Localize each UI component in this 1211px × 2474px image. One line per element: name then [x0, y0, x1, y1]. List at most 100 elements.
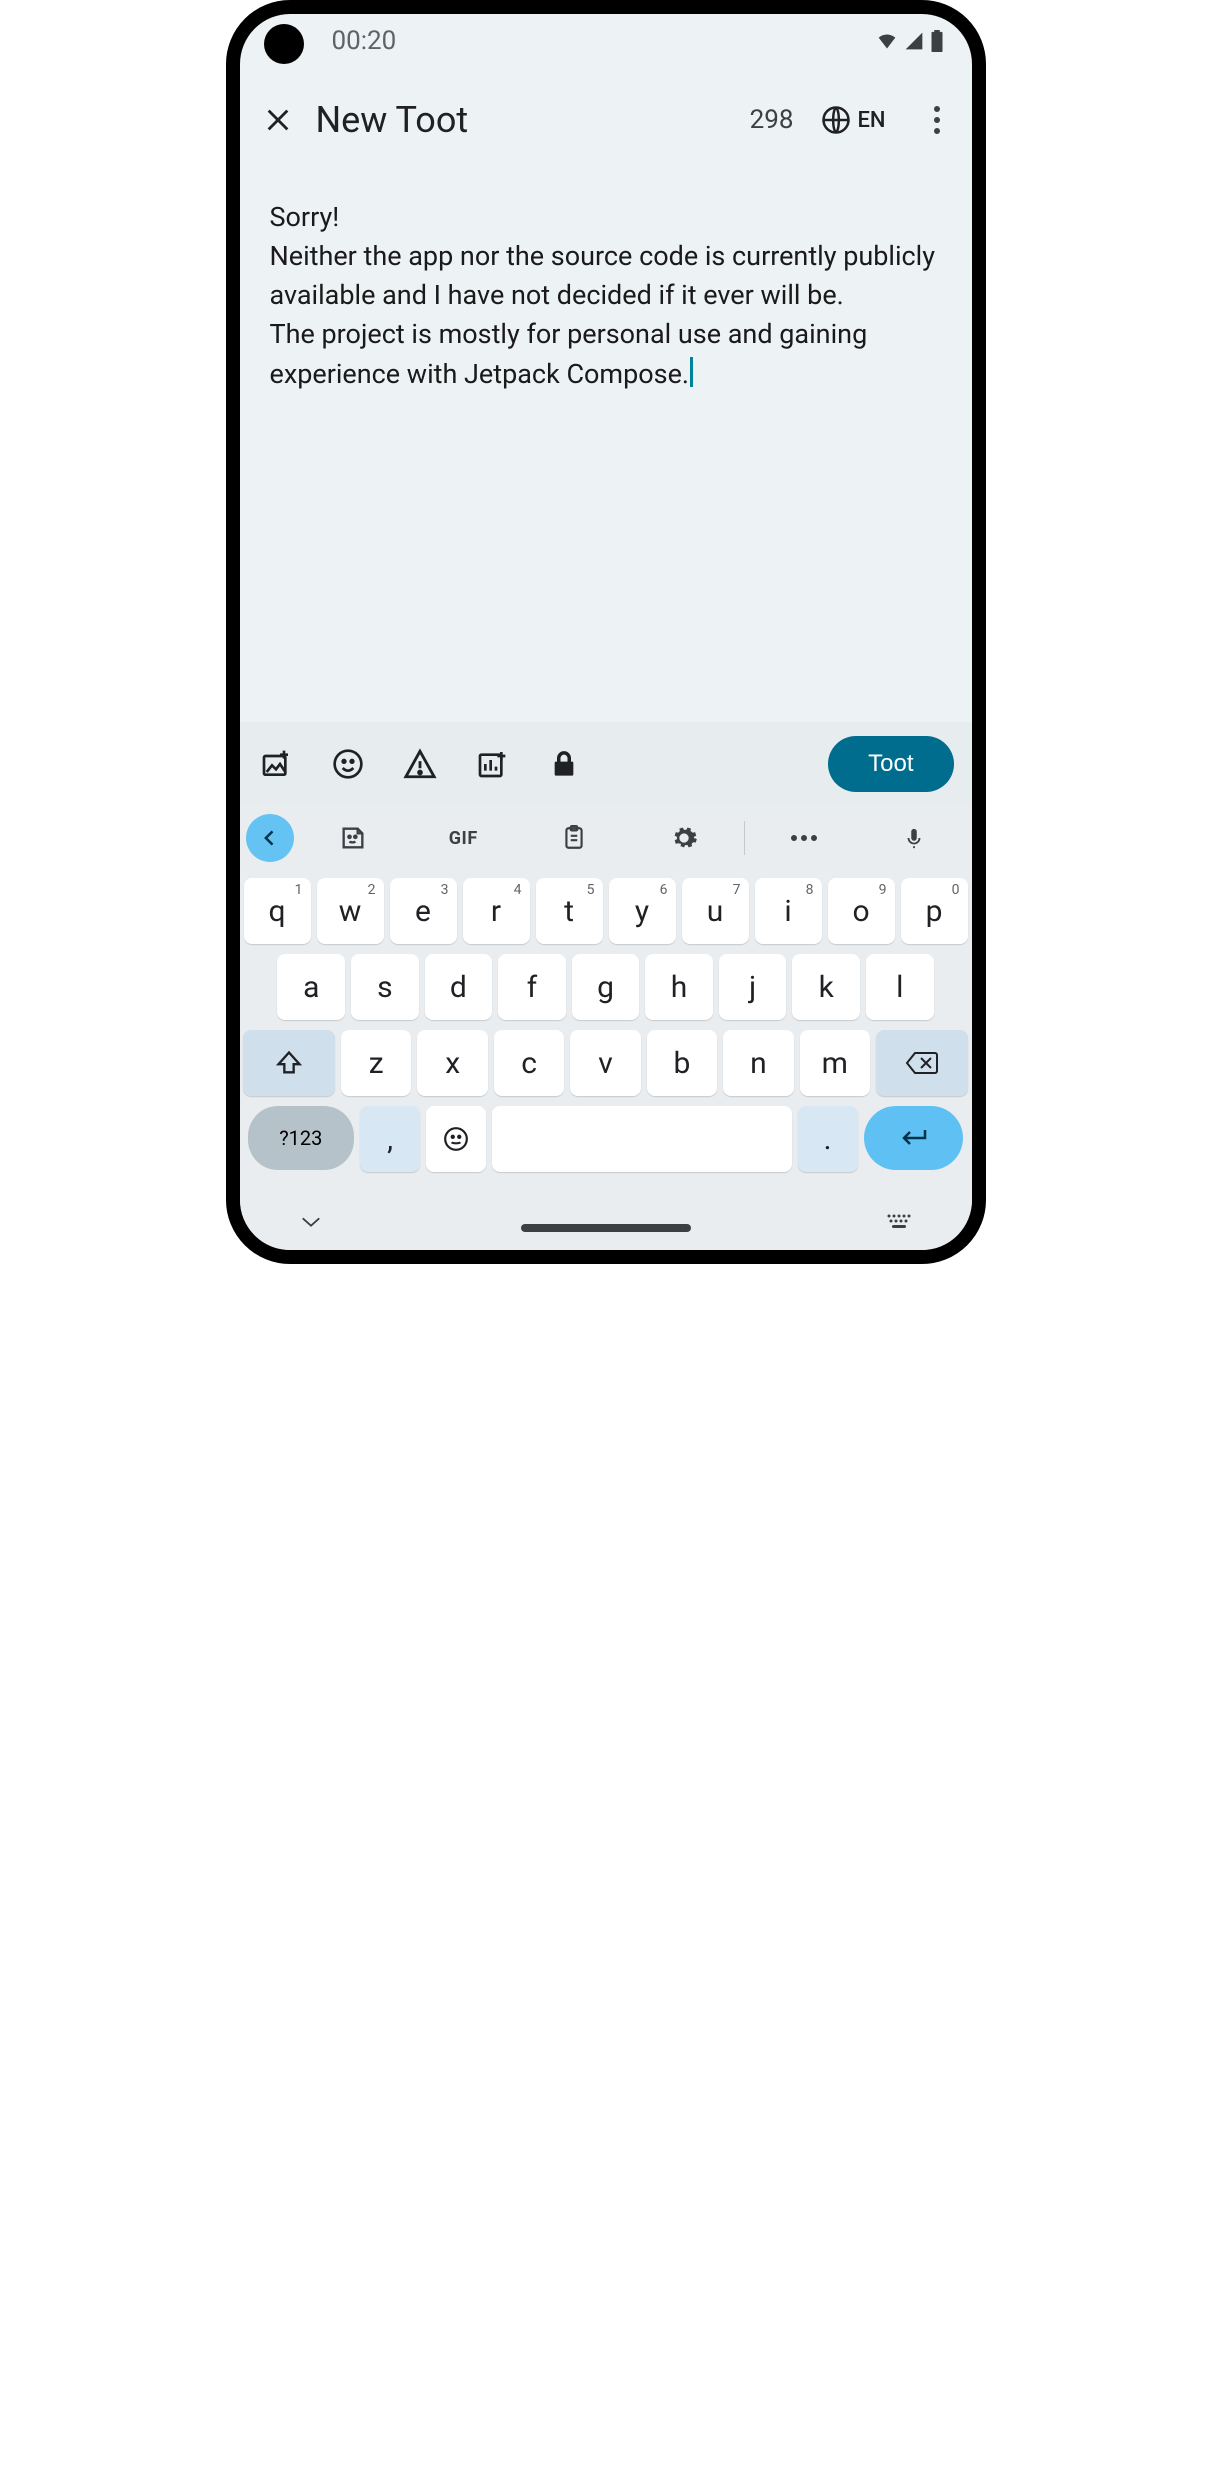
symbols-key[interactable]: ?123: [248, 1106, 355, 1170]
key-k[interactable]: k: [792, 954, 860, 1020]
keyboard-icon: [886, 1213, 912, 1231]
key-superscript: 8: [806, 882, 814, 898]
gesture-handle[interactable]: [521, 1224, 691, 1232]
key-u[interactable]: u7: [682, 878, 749, 944]
keyboard-suggestion-row: GIF: [240, 806, 972, 870]
ellipsis-icon: [790, 834, 818, 842]
key-o[interactable]: o9: [828, 878, 895, 944]
key-s[interactable]: s: [351, 954, 419, 1020]
key-g[interactable]: g: [572, 954, 640, 1020]
poll-icon: [476, 748, 508, 780]
chevron-down-icon: [300, 1215, 322, 1229]
gif-label: GIF: [449, 828, 478, 849]
key-p[interactable]: p0: [901, 878, 968, 944]
key-q[interactable]: q1: [244, 878, 311, 944]
sticker-button[interactable]: [302, 814, 405, 862]
content-warning-button[interactable]: [402, 746, 438, 782]
language-button[interactable]: EN: [821, 105, 885, 135]
warning-icon: [403, 747, 437, 781]
space-key[interactable]: [492, 1106, 792, 1172]
key-j[interactable]: j: [719, 954, 787, 1020]
key-w[interactable]: w2: [317, 878, 384, 944]
microphone-icon: [903, 823, 925, 853]
key-a[interactable]: a: [277, 954, 345, 1020]
keyboard-more-button[interactable]: [753, 814, 856, 862]
key-v[interactable]: v: [570, 1030, 640, 1096]
clipboard-button[interactable]: [523, 814, 626, 862]
key-x[interactable]: x: [417, 1030, 487, 1096]
battery-icon: [930, 30, 944, 52]
key-m[interactable]: m: [800, 1030, 870, 1096]
key-n[interactable]: n: [723, 1030, 793, 1096]
keyboard-row-2: asdfghjkl: [244, 954, 968, 1020]
gear-icon: [670, 824, 698, 852]
shift-icon: [275, 1049, 303, 1077]
divider: [744, 821, 745, 855]
key-t[interactable]: t5: [536, 878, 603, 944]
key-c[interactable]: c: [494, 1030, 564, 1096]
smile-icon: [443, 1126, 469, 1152]
smile-icon: [332, 748, 364, 780]
gif-button[interactable]: GIF: [412, 814, 515, 862]
key-h[interactable]: h: [645, 954, 713, 1020]
status-bar: 00:20: [240, 14, 972, 68]
comma-key[interactable]: ,: [360, 1106, 420, 1172]
chevron-left-icon: [260, 828, 280, 848]
attach-media-button[interactable]: [258, 746, 294, 782]
keyboard-collapse-button[interactable]: [246, 814, 294, 862]
key-superscript: 0: [952, 882, 960, 898]
key-b[interactable]: b: [647, 1030, 717, 1096]
backspace-icon: [905, 1050, 939, 1076]
close-icon: [264, 106, 292, 134]
shift-key[interactable]: [243, 1030, 335, 1096]
image-plus-icon: [260, 748, 292, 780]
compose-text: Sorry! Neither the app nor the source co…: [270, 201, 942, 390]
key-superscript: 5: [587, 882, 595, 898]
key-i[interactable]: i8: [755, 878, 822, 944]
key-z[interactable]: z: [341, 1030, 411, 1096]
emoji-key[interactable]: [426, 1106, 486, 1172]
compose-area[interactable]: Sorry! Neither the app nor the source co…: [240, 162, 972, 722]
key-superscript: 1: [295, 882, 303, 898]
keyboard-row-1: q1w2e3r4t5y6u7i8o9p0: [244, 878, 968, 944]
language-code: EN: [857, 108, 885, 133]
key-e[interactable]: e3: [390, 878, 457, 944]
key-superscript: 3: [441, 882, 449, 898]
key-superscript: 4: [514, 882, 522, 898]
emoji-button[interactable]: [330, 746, 366, 782]
keyboard-settings-button[interactable]: [633, 814, 736, 862]
status-time: 00:20: [332, 26, 397, 56]
page-title: New Toot: [316, 99, 469, 141]
poll-button[interactable]: [474, 746, 510, 782]
app-bar: New Toot 298 EN: [240, 68, 972, 162]
key-f[interactable]: f: [498, 954, 566, 1020]
more-options-button[interactable]: [926, 98, 948, 142]
clipboard-icon: [561, 823, 587, 853]
key-d[interactable]: d: [425, 954, 493, 1020]
visibility-button[interactable]: [546, 746, 582, 782]
nav-down-button[interactable]: [300, 1215, 322, 1229]
sticker-icon: [339, 824, 367, 852]
key-superscript: 9: [879, 882, 887, 898]
key-y[interactable]: y6: [609, 878, 676, 944]
text-cursor: [690, 357, 693, 387]
enter-key[interactable]: [864, 1106, 964, 1170]
enter-icon: [899, 1126, 929, 1150]
cellular-icon: [904, 31, 924, 51]
character-count: 298: [750, 105, 794, 135]
wifi-icon: [876, 31, 898, 51]
key-superscript: 7: [733, 882, 741, 898]
lock-icon: [550, 748, 578, 780]
key-r[interactable]: r4: [463, 878, 530, 944]
close-button[interactable]: [264, 106, 298, 134]
front-camera: [264, 24, 304, 64]
key-l[interactable]: l: [866, 954, 934, 1020]
key-superscript: 2: [368, 882, 376, 898]
backspace-key[interactable]: [876, 1030, 968, 1096]
period-key[interactable]: .: [798, 1106, 858, 1172]
key-superscript: 6: [660, 882, 668, 898]
keyboard-switch-button[interactable]: [886, 1213, 912, 1231]
submit-toot-button[interactable]: Toot: [828, 736, 953, 792]
keyboard: GIF q1w2e3r4t5y6u7i8o9p0 asdfghjkl: [240, 806, 972, 1250]
voice-input-button[interactable]: [863, 814, 966, 862]
